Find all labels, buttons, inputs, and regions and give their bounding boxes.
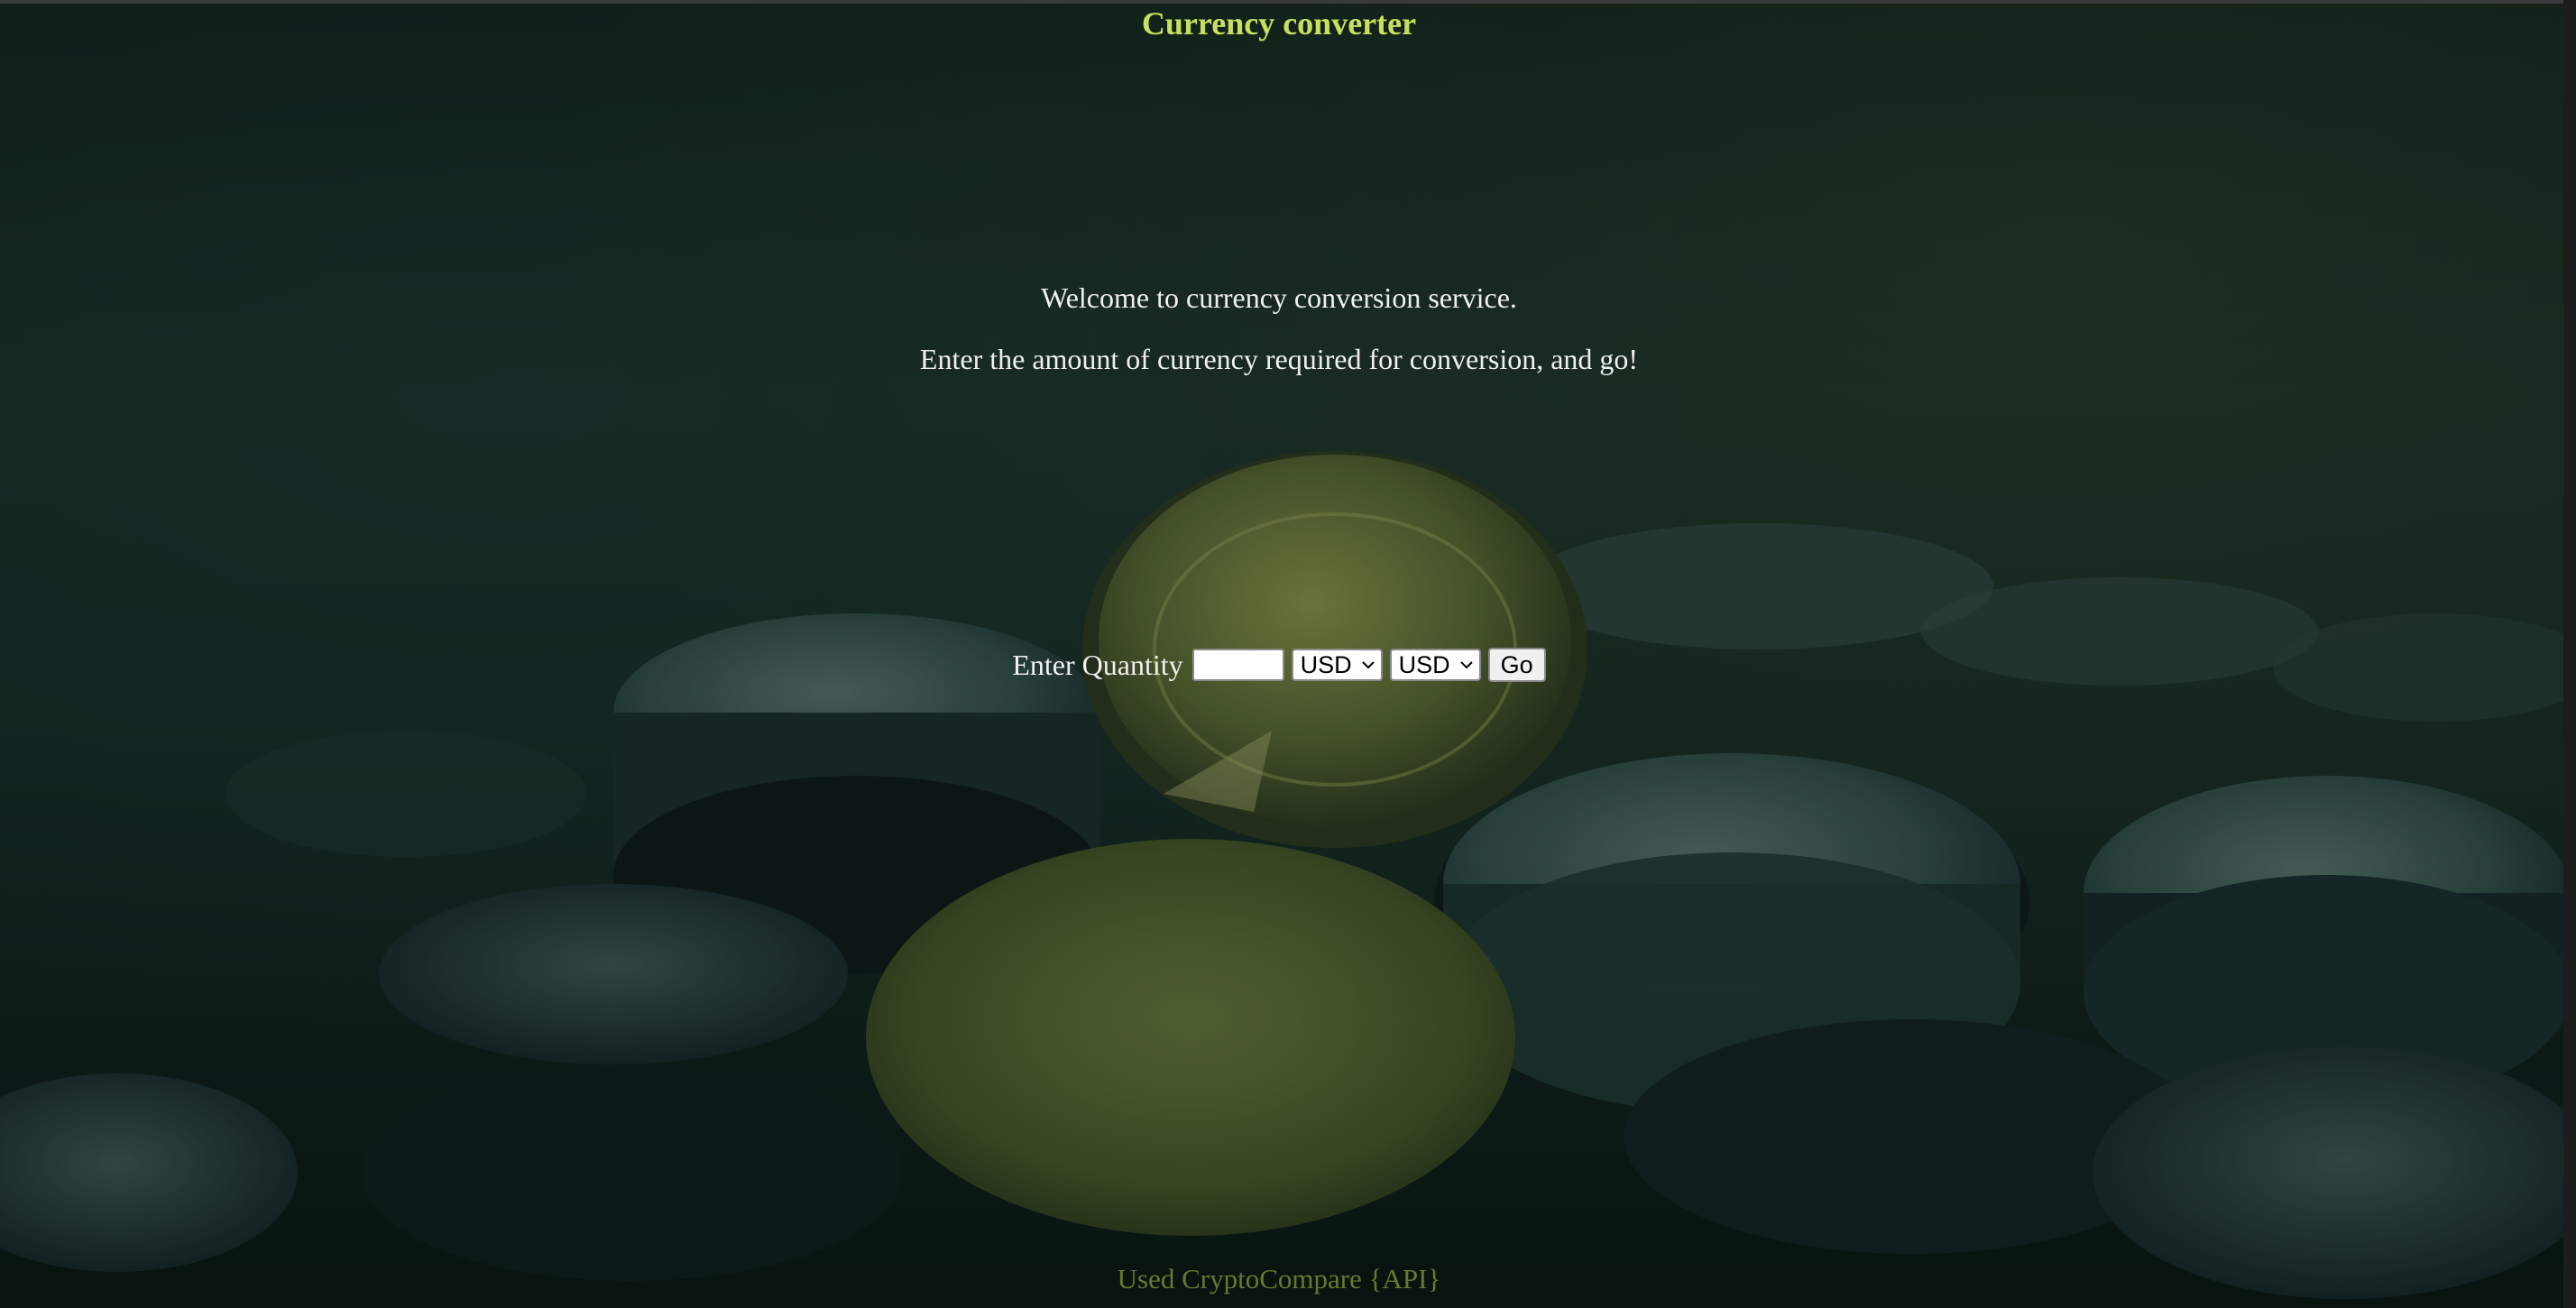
go-button[interactable]: Go [1487, 648, 1546, 682]
from-currency-value: USD [1300, 650, 1352, 678]
welcome-text: Welcome to currency conversion service. [1041, 281, 1517, 314]
conversion-form: Enter Quantity USD USD Go [0, 642, 2558, 687]
chevron-down-icon [1459, 661, 1473, 669]
from-currency-select[interactable]: USD [1291, 649, 1383, 681]
footer-credit: Used CryptoCompare {API} [1117, 1263, 1441, 1294]
quantity-label: Enter Quantity [1012, 648, 1183, 681]
window-scrollbar[interactable] [2563, 0, 2576, 1308]
quantity-input[interactable] [1191, 649, 1284, 681]
instruction-text: Enter the amount of currency required fo… [919, 343, 1639, 375]
chevron-down-icon [1361, 661, 1375, 669]
to-currency-value: USD [1398, 650, 1450, 678]
to-currency-select[interactable]: USD [1389, 649, 1481, 681]
page-title: Currency converter [1141, 5, 1417, 41]
